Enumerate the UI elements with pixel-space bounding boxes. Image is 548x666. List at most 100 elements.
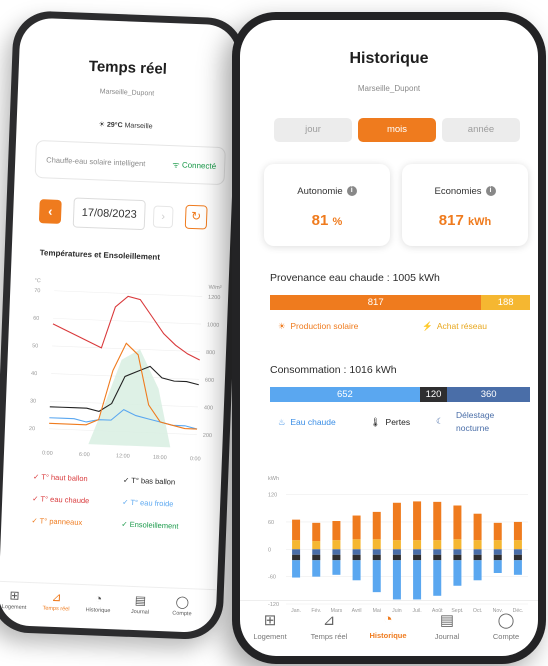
autonomy-value: 81 % — [264, 212, 390, 229]
bar-segment — [473, 560, 482, 581]
nav-logement[interactable]: ⊞ Logement — [0, 588, 35, 612]
bar-segment — [372, 511, 381, 540]
bar-segment — [332, 554, 341, 561]
legend-item[interactable]: ✓ T° bas ballon — [123, 476, 175, 487]
autonomy-label: Autonomie i — [264, 186, 390, 197]
history-icon: ◔ — [383, 611, 393, 628]
nav-historique[interactable]: ◔ Historique — [360, 611, 416, 640]
bar-segment — [292, 519, 301, 541]
bar-segment — [413, 540, 422, 550]
info-icon[interactable]: i — [346, 186, 357, 197]
tab-jour[interactable]: jour — [274, 118, 352, 142]
legend-label: T° haut ballon — [41, 472, 88, 484]
home-icon: ⊞ — [263, 612, 277, 629]
y-axis-unit: kWh — [268, 476, 279, 482]
bar-segment — [292, 540, 301, 550]
bar-segment — [413, 554, 422, 561]
info-icon[interactable]: i — [485, 186, 496, 197]
historique-screen: Historique Marseille_Dupont jour mois anné… — [240, 20, 538, 656]
bar-segment — [292, 554, 301, 561]
legend-item[interactable]: ✓ T° eau froide — [122, 498, 174, 509]
bar-segment — [453, 554, 462, 561]
previous-day-button[interactable]: ‹ — [38, 199, 62, 224]
date-field[interactable]: 17/08/2023 — [72, 197, 146, 231]
nav-label: Temps réel — [310, 632, 348, 641]
x-tick: 0:00 — [42, 450, 53, 456]
bar-segment — [453, 549, 462, 555]
y-right-tick: 200 — [203, 433, 212, 439]
bar-segment — [473, 554, 482, 561]
bar-segment — [372, 539, 381, 550]
y-left-tick: 20 — [29, 426, 35, 432]
bar-segment — [392, 560, 401, 600]
economies-label: Economies i — [402, 186, 528, 197]
tab-mois[interactable]: mois — [358, 118, 436, 142]
bar-segment — [473, 540, 482, 550]
page-subtitle: Marseille_Dupont — [99, 88, 155, 98]
economies-number: 817 — [438, 212, 464, 229]
connection-status: ᯤ Connecté — [172, 159, 216, 172]
nav-label: Logement — [253, 632, 287, 641]
nav-label: Journal — [434, 632, 460, 641]
bar-segment — [312, 522, 321, 542]
bar-segment — [493, 549, 502, 555]
nav-label: Historique — [369, 631, 407, 640]
bar-segment — [513, 560, 522, 575]
bar-segment — [433, 554, 442, 561]
bar-segment — [352, 515, 361, 540]
nav-label: Historique — [85, 607, 111, 615]
legend-item[interactable]: ✓ T° eau chaude — [32, 494, 89, 505]
legend-losses-label: Pertes — [385, 417, 411, 427]
nav-label: Compte — [172, 610, 192, 618]
nav-temps-r-el[interactable]: ⊿ Temps réel — [36, 589, 77, 613]
grid-line — [54, 290, 203, 297]
bottom-nav: ⊞ Logement ⊿ Temps réel ◔ Historique ▤ Journal ◯… — [240, 600, 538, 656]
legend-item[interactable]: ✓ T° haut ballon — [33, 472, 88, 483]
device-card[interactable]: Chauffe-eau solaire intelligent ᯤ Connec… — [34, 139, 226, 186]
y-tick: 0 — [268, 547, 271, 553]
nav-logement[interactable]: ⊞ Logement — [242, 611, 298, 641]
x-tick: 12:00 — [116, 453, 130, 460]
bar-segment: 652 — [270, 387, 420, 402]
bar-segment — [312, 554, 321, 561]
nav-historique[interactable]: ◔ Historique — [78, 591, 119, 615]
bar-segment — [292, 549, 301, 555]
legend-item[interactable]: ✓ T° panneaux — [31, 516, 82, 527]
user-icon: ◯ — [175, 594, 190, 610]
nav-journal[interactable]: ▤ Journal — [419, 611, 475, 641]
chevron-left-icon: ‹ — [47, 203, 53, 219]
next-day-button[interactable]: › — [152, 205, 174, 229]
wifi-icon: ᯤ — [172, 160, 180, 170]
provenance-title: Provenance eau chaude : 1005 kWh — [270, 272, 440, 284]
nav-compte[interactable]: ◯ Compte — [162, 594, 203, 618]
bar-segment: 817 — [270, 295, 482, 310]
bar-segment — [513, 554, 522, 561]
history-icon: ◔ — [94, 591, 103, 606]
sun-icon: ☀ — [98, 121, 106, 129]
device-label: Chauffe-eau solaire intelligent — [46, 155, 146, 169]
bar-segment — [493, 540, 502, 550]
refresh-button[interactable]: ↻ — [184, 204, 208, 230]
front-phone: Historique Marseille_Dupont jour mois anné… — [232, 12, 546, 664]
bar-segment — [352, 554, 361, 561]
grid-line — [53, 318, 202, 325]
autonomy-unit: % — [332, 216, 343, 228]
x-tick: 6:00 — [79, 452, 90, 458]
x-tick: 18:00 — [153, 455, 167, 462]
nav-journal[interactable]: ▤ Journal — [120, 593, 161, 617]
y-tick: -60 — [268, 575, 276, 581]
nav-compte[interactable]: ◯ Compte — [478, 611, 534, 641]
weather-line: ☀ 29°C Marseille — [17, 117, 235, 133]
bar-segment: 188 — [481, 295, 530, 310]
legend-label: T° eau froide — [130, 497, 174, 509]
nav-temps-r-el[interactable]: ⊿ Temps réel — [301, 611, 357, 641]
legend-solar: ☀ Production solaire — [278, 321, 358, 332]
nav-label: Journal — [130, 608, 150, 616]
legend-grid: ⚡ Achat réseau — [422, 321, 487, 332]
legend-label: Ensoleillement — [129, 519, 179, 531]
legend-hot-water: ♨ Eau chaude — [278, 417, 336, 428]
tab-année[interactable]: année — [442, 118, 520, 142]
grid-icon: ⚡ — [422, 321, 433, 331]
legend-item[interactable]: ✓ Ensoleillement — [121, 520, 178, 531]
bar-segment — [453, 505, 462, 540]
